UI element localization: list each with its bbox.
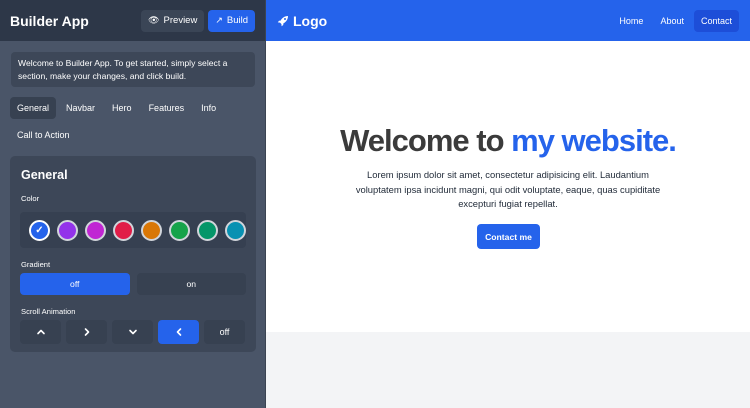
scroll-left-button[interactable] [158, 320, 199, 344]
preview-button[interactable]: 👁 Preview [141, 9, 205, 32]
color-swatch[interactable] [57, 219, 78, 241]
rocket-icon [277, 15, 288, 26]
tab-call-to-action[interactable]: Call to Action [10, 124, 77, 146]
scroll-down-button[interactable] [112, 320, 153, 344]
app-title: Builder App [10, 12, 89, 29]
builder-topbar: Builder App 👁 Preview ↗ Build [0, 0, 265, 41]
tab-navbar[interactable]: Navbar [59, 97, 102, 119]
gradient-label: Gradient [21, 260, 51, 269]
builder-sidebar: Builder App 👁 Preview ↗ Build Welcome to… [0, 0, 266, 408]
chevron-right-icon [84, 328, 89, 336]
hero-section: Welcome to my website. Lorem ipsum dolor… [266, 41, 750, 332]
welcome-message: Welcome to Builder App. To get started, … [11, 52, 255, 87]
tab-info[interactable]: Info [194, 97, 223, 119]
gradient-off-button[interactable]: off [20, 273, 130, 295]
color-swatch[interactable] [225, 219, 246, 241]
color-swatch[interactable] [85, 219, 106, 241]
hero-title-main: Welcome to [340, 123, 512, 158]
scroll-up-button[interactable] [20, 320, 61, 344]
color-swatch[interactable]: ✓ [29, 219, 50, 241]
arrow-up-right-icon: ↗ [215, 15, 223, 25]
hero-title: Welcome to my website. [266, 123, 750, 159]
site-logo[interactable]: Logo [277, 13, 609, 29]
website-preview: Logo Home About Contact Welcome to my we… [266, 0, 750, 408]
build-button[interactable]: ↗ Build [208, 9, 255, 32]
scroll-off-button[interactable]: off [204, 320, 245, 344]
chevron-left-icon [176, 328, 181, 336]
tab-features[interactable]: Features [142, 97, 192, 119]
general-panel: General Color ✓ Gradient off on Scroll A… [10, 156, 256, 352]
checkmark-icon: ✓ [35, 224, 44, 236]
color-swatch[interactable] [141, 219, 162, 241]
contact-me-button[interactable]: Contact me [477, 224, 540, 249]
section-tabs: General Navbar Hero Features Info Call t… [10, 97, 256, 146]
scroll-animation-options: off [20, 320, 246, 344]
color-swatch[interactable] [113, 219, 134, 241]
color-swatch[interactable] [169, 219, 190, 241]
nav-about[interactable]: About [653, 10, 691, 32]
site-navbar: Logo Home About Contact [266, 0, 750, 41]
eye-icon: 👁 [148, 15, 160, 25]
tab-hero[interactable]: Hero [105, 97, 139, 119]
nav-home[interactable]: Home [612, 10, 650, 32]
color-label: Color [21, 194, 40, 203]
hero-title-accent: my website. [511, 123, 677, 158]
gradient-on-button[interactable]: on [136, 273, 246, 295]
color-picker: ✓ [20, 212, 246, 248]
logo-text: Logo [293, 12, 328, 29]
build-label: Build [226, 15, 248, 26]
nav-contact[interactable]: Contact [693, 9, 739, 32]
chevron-down-icon [128, 329, 137, 335]
chevron-up-icon [36, 329, 45, 335]
scroll-animation-label: Scroll Animation [21, 307, 76, 316]
preview-label: Preview [163, 15, 198, 26]
gradient-toggle: off on [20, 273, 246, 295]
scroll-right-button[interactable] [66, 320, 107, 344]
tab-general[interactable]: General [10, 97, 57, 119]
hero-description: Lorem ipsum dolor sit amet, consectetur … [355, 169, 661, 210]
panel-title: General [21, 168, 68, 182]
color-swatch[interactable] [197, 219, 218, 241]
